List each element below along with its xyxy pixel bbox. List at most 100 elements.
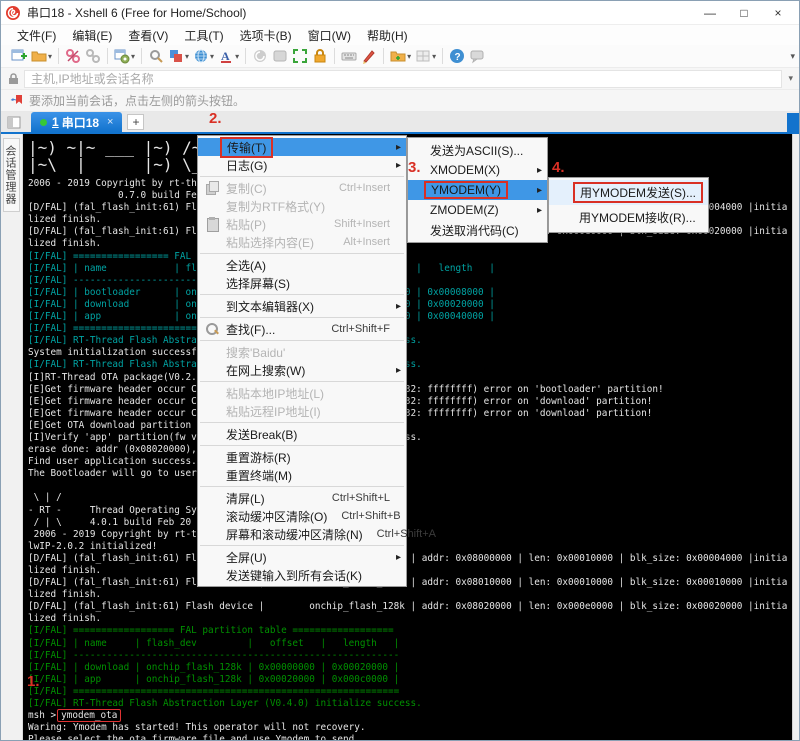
menu-item-send-to-all-sessions[interactable]: 发送键输入到所有会话(K) [198,566,406,584]
terminal-scrollbar[interactable] [792,134,799,740]
terminal-line: - RT - Thread Operating System [28,505,787,517]
font-icon[interactable]: A▾ [216,46,241,66]
keyboard-icon[interactable] [339,46,359,66]
menu-item-paste[interactable]: 粘贴(P)Shift+Insert [198,215,406,233]
color-scheme-icon[interactable]: ▾ [166,46,191,66]
menubar-item[interactable]: 文件(F) [9,25,64,46]
menu-item-label: ZMODEM(Z) [430,203,499,217]
toolbar-separator [383,48,384,64]
panel-toggle-icon[interactable] [7,116,21,129]
session-manager-vertical-tab[interactable]: 会话管理器 [3,138,20,212]
menu-item-send-break[interactable]: 发送Break(B) [198,425,406,443]
terminal-line: Waring: Ymodem has started! This operato… [28,722,787,734]
tab-scroll-button[interactable] [787,113,799,132]
terminal-line: [I/FAL] | download | onchip_flash_128k |… [28,299,787,311]
trace-icon[interactable] [270,46,290,66]
address-bar: 主机,IP地址或会话名称 ▾ [1,68,799,90]
close-button[interactable]: × [761,6,795,20]
menu-separator [200,486,404,487]
highlight-pen-icon[interactable] [359,46,379,66]
menu-item-label: 发送键输入到所有会话(K) [226,567,362,584]
new-folder-dropdown-icon[interactable]: ▾ [407,52,411,61]
menu-item-select-all[interactable]: 全选(A) [198,256,406,274]
color-scheme-dropdown-icon[interactable]: ▾ [185,52,189,61]
open-session-dropdown-icon[interactable]: ▾ [48,52,52,61]
find-icon[interactable] [146,46,166,66]
reconnect-icon[interactable] [83,46,103,66]
terminal-line: [I/FAL] ================================… [28,686,787,698]
tab-close-icon[interactable]: × [107,116,113,128]
menu-item-paste-local-ip[interactable]: 粘贴本地IP地址(L) [198,384,406,402]
terminal-line: [I/FAL] ================================… [28,323,787,335]
menubar-item[interactable]: 帮助(H) [359,25,416,46]
terminal-line: [D/FAL] (fal_flash_init:61) Flash device… [28,601,787,613]
menubar-item[interactable]: 编辑(E) [64,25,120,46]
menu-separator [200,176,404,177]
layout-icon[interactable]: ▾ [413,46,438,66]
menu-item-fullscreen[interactable]: 全屏(U)▸ [198,548,406,566]
web-browser-dropdown-icon[interactable]: ▾ [210,52,214,61]
terminal-output: 2006 - 2019 Copyright by rt-thread team … [28,178,787,740]
toolbar-overflow-icon[interactable]: ▾ [790,51,795,62]
menu-item-send-ascii[interactable]: 发送为ASCII(S)... [408,140,547,160]
help-icon[interactable]: ? [447,46,467,66]
menu-item-send-cancel-code[interactable]: 发送取消代码(C) [408,220,547,240]
web-browser-icon[interactable]: ▾ [191,46,216,66]
disconnect-icon[interactable] [63,46,83,66]
menu-item-clear-scrollback[interactable]: 滚动缓冲区清除(O)Ctrl+Shift+B [198,507,406,525]
menu-item-search-baidu[interactable]: 搜索'Baidu' [198,343,406,361]
minimize-button[interactable]: — [693,6,727,20]
menu-item-shortcut: Ctrl+Shift+L [318,492,390,504]
layout-dropdown-icon[interactable]: ▾ [432,52,436,61]
fullscreen-icon[interactable] [290,46,310,66]
menu-item-xmodem[interactable]: XMODEM(X)▸ [408,160,547,180]
menu-item-log[interactable]: 日志(G)▸ [198,156,406,174]
menu-item-paste-remote-ip[interactable]: 粘贴远程IP地址(I) [198,402,406,420]
tab-serial-18[interactable]: 1 串口18 × [31,112,122,132]
menu-item-search-web[interactable]: 在网上搜索(W)▸ [198,361,406,379]
menu-item-reset-cursor[interactable]: 重置游标(R) [198,448,406,466]
menu-item-select-screen[interactable]: 选择屏幕(S) [198,274,406,292]
menu-item-reset-terminal[interactable]: 重置终端(M) [198,466,406,484]
annotation-step-1: 1. [27,673,40,690]
menu-item-transfer[interactable]: 传输(T)▸ [198,138,406,156]
host-address-input[interactable]: 主机,IP地址或会话名称 [24,70,782,88]
address-dropdown-icon[interactable]: ▾ [788,73,793,84]
menu-item-ymodem-receive[interactable]: 用YMODEM接收(R)... [549,205,708,230]
menu-item-find[interactable]: 查找(F)...Ctrl+Shift+F [198,320,406,338]
menubar-item[interactable]: 选项卡(B) [232,25,300,46]
menu-item-clear-screen-scrollback[interactable]: 屏幕和滚动缓冲区清除(N)Ctrl+Shift+A [198,525,406,543]
xagent-icon[interactable] [250,46,270,66]
terminal-line: [I/FAL] RT-Thread Flash Abstraction Laye… [28,698,787,710]
menu-item-paste-selection[interactable]: 粘贴选择内容(E)Alt+Insert [198,233,406,251]
terminal-line: [D/FAL] (fal_flash_init:61) Flash device… [28,577,787,589]
new-tab-button[interactable]: + [127,114,144,130]
menubar-item[interactable]: 工具(T) [176,25,231,46]
terminal-line: Find user application success. [28,456,787,468]
tab-number: 1 [52,115,59,129]
menu-item-copy-rtf[interactable]: 复制为RTF格式(Y) [198,197,406,215]
menubar-item[interactable]: 窗口(W) [300,25,359,46]
menubar-item[interactable]: 查看(V) [120,25,176,46]
menu-item-ymodem[interactable]: YMODEM(Y)▸ [408,180,547,200]
menu-item-zmodem[interactable]: ZMODEM(Z)▸ [408,200,547,220]
terminal-line: [I]RT-Thread OTA package(V0.2.0) initial… [28,372,787,384]
session-properties-icon[interactable]: ▾ [112,46,137,66]
new-session-icon[interactable] [9,46,29,66]
feedback-icon[interactable] [467,46,487,66]
session-properties-dropdown-icon[interactable]: ▾ [131,52,135,61]
font-dropdown-icon[interactable]: ▾ [235,52,239,61]
open-session-icon[interactable]: ▾ [29,46,54,66]
lock-screen-icon[interactable] [310,46,330,66]
terminal-line: [E]Get firmware header occur CRC32 error… [28,384,787,396]
new-folder-icon[interactable]: ▾ [388,46,413,66]
menu-item-copy[interactable]: 复制(C)Ctrl+Insert [198,179,406,197]
maximize-button[interactable]: □ [727,6,761,20]
menu-item-shortcut: Ctrl+Shift+B [327,510,400,522]
menu-item-clear-screen[interactable]: 清屏(L)Ctrl+Shift+L [198,489,406,507]
terminal-line: [I/FAL] --------------------------------… [28,275,787,287]
menu-item-label: 复制(C) [226,180,267,197]
menu-item-to-text-editor[interactable]: 到文本编辑器(X)▸ [198,297,406,315]
menu-item-ymodem-send[interactable]: 用YMODEM发送(S)... [549,180,708,205]
app-icon [5,5,21,21]
